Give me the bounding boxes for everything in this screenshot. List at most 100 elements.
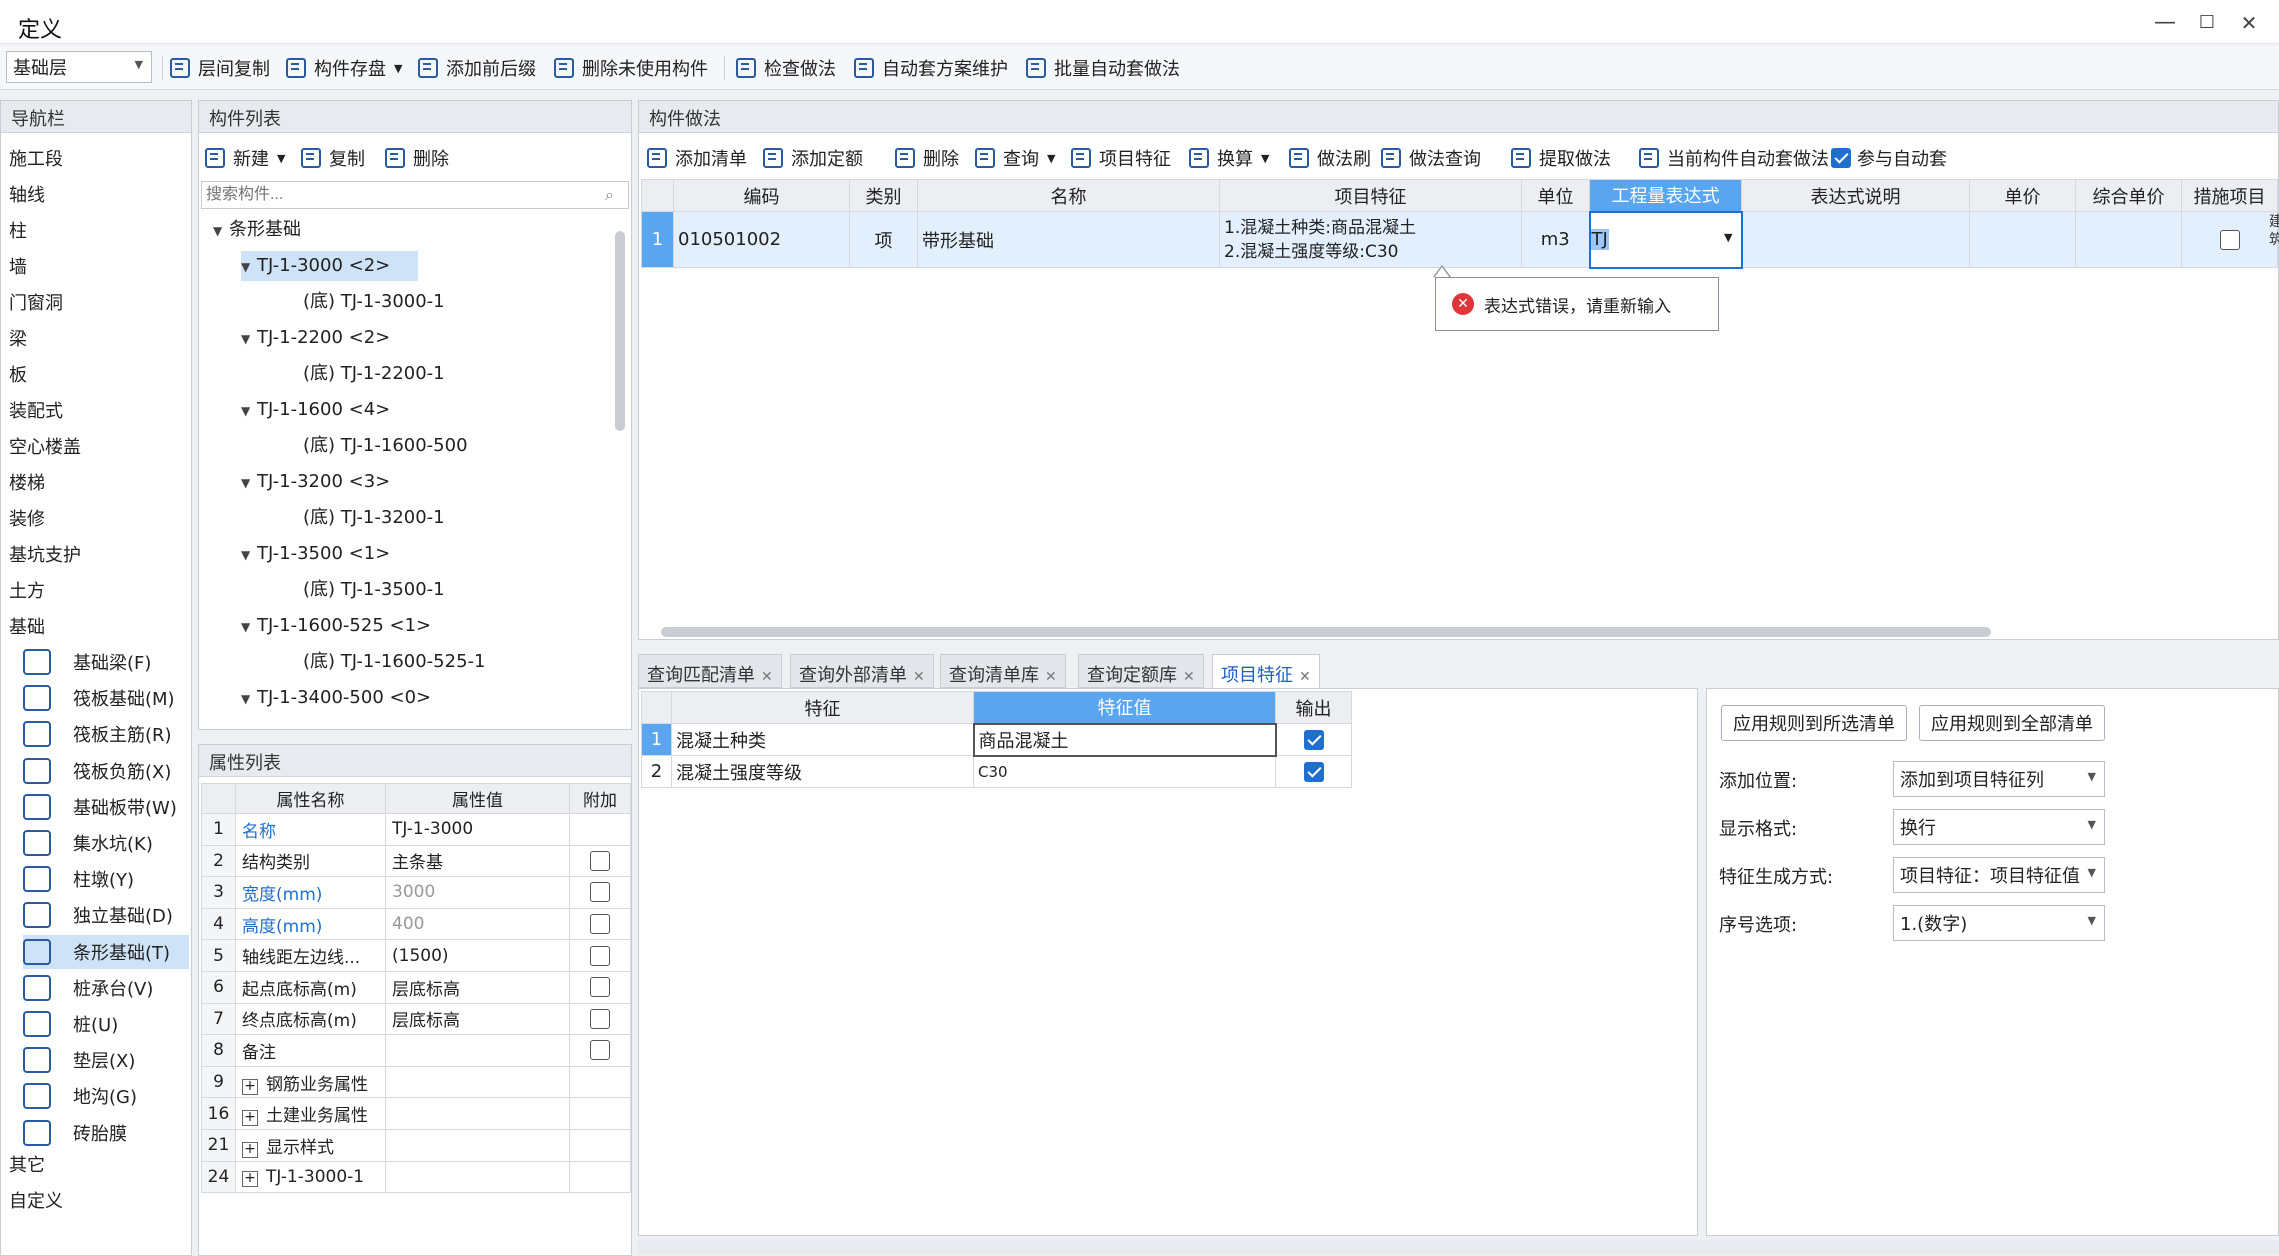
checkbox-icon[interactable] [590, 945, 610, 966]
feature-name[interactable]: 混凝土种类 [671, 723, 974, 756]
expand-triangle-icon[interactable]: ▼ [241, 540, 257, 570]
property-extra[interactable] [569, 813, 631, 846]
method-toolbar-item[interactable]: 项目特征 [1071, 145, 1171, 171]
cell-type[interactable]: 项 [849, 211, 918, 268]
tree-item[interactable]: (底) TJ-1-1600-525-1 [303, 647, 485, 677]
nav-item[interactable]: 墙 [9, 253, 27, 283]
property-extra[interactable] [569, 1034, 631, 1067]
property-row[interactable]: 21 + 显示样式 [201, 1128, 631, 1162]
expand-triangle-icon[interactable]: ▼ [241, 252, 257, 282]
bottom-tab[interactable]: 项目特征 ✕ [1212, 654, 1320, 688]
tree-item[interactable]: ▼ TJ-1-3000 <2> [241, 251, 419, 282]
method-toolbar-item[interactable]: 换算 ▼ [1189, 145, 1269, 171]
nav-item[interactable]: 板 [9, 361, 27, 391]
maximize-button[interactable]: ☐ [2192, 10, 2222, 36]
search-icon[interactable]: ⌕ [605, 185, 614, 205]
property-row[interactable]: 9 + 钢筋业务属性 [201, 1065, 631, 1099]
nav-subitem[interactable]: 砖胎膜 [23, 1116, 189, 1150]
cell-feature[interactable]: 1.混凝土种类:商品混凝土 2.混凝土强度等级:C30 [1219, 211, 1522, 268]
rule-field-select[interactable]: 项目特征：项目特征值 ▼ [1893, 857, 2105, 893]
auto-scheme-button[interactable]: 自动套方案维护 [854, 55, 1008, 81]
nav-item[interactable]: 轴线 [9, 181, 45, 211]
cell-total-price[interactable] [2075, 211, 2182, 268]
rule-field-select[interactable]: 添加到项目特征列 ▼ [1893, 761, 2105, 797]
property-value[interactable]: TJ-1-3000 [385, 813, 570, 846]
property-row[interactable]: 1 名称 TJ-1-3000 [201, 813, 631, 846]
tree-item[interactable]: ▼ TJ-1-3500 <1> [241, 539, 390, 569]
delete-component-button[interactable]: 删除 [385, 145, 449, 171]
nav-item[interactable]: 基础 [9, 613, 45, 643]
component-search-input[interactable] [201, 181, 629, 209]
property-row[interactable]: 16 + 土建业务属性 [201, 1097, 631, 1130]
expand-triangle-icon[interactable]: ▼ [241, 324, 257, 354]
nav-subitem[interactable]: 垫层(X) [23, 1043, 189, 1077]
copy-between-floors-button[interactable]: 层间复制 [170, 55, 270, 81]
feature-row[interactable]: 1 混凝土种类 商品混凝土 [641, 722, 1352, 757]
property-value[interactable]: 主条基 [385, 844, 570, 878]
output-checkbox[interactable] [1275, 755, 1352, 788]
property-row[interactable]: 3 宽度(mm) 3000 [201, 876, 631, 909]
method-toolbar-item[interactable]: 当前构件自动套做法 [1639, 145, 1829, 171]
feature-value[interactable]: C30 [973, 755, 1276, 788]
expand-plus-icon[interactable]: + [242, 1141, 258, 1158]
expr-input[interactable]: TJ ▼ [1588, 210, 1743, 269]
method-toolbar-item[interactable]: 查询 ▼ [975, 145, 1055, 171]
tree-item[interactable]: ▼ TJ-1-3400-500 <0> [241, 683, 431, 713]
output-checkbox[interactable] [1275, 723, 1352, 756]
property-value[interactable]: 层底标高 [385, 970, 570, 1004]
nav-subitem[interactable]: 条形基础(T) [23, 934, 189, 969]
nav-item[interactable]: 装修 [9, 505, 45, 535]
nav-item[interactable]: 土方 [9, 577, 45, 607]
new-component-button[interactable]: 新建 ▼ [205, 145, 285, 171]
check-method-button[interactable]: 检查做法 [736, 55, 836, 81]
property-value[interactable]: 层底标高 [385, 1002, 570, 1036]
property-row[interactable]: 7 终点底标高(m) 层底标高 [201, 1002, 631, 1036]
nav-item[interactable]: 门窗洞 [9, 289, 63, 319]
close-icon[interactable]: ✕ [1183, 669, 1195, 685]
feature-row[interactable]: 2 混凝土强度等级 C30 [641, 755, 1352, 788]
chevron-down-icon[interactable]: ▼ [1724, 231, 1732, 244]
nav-item[interactable]: 装配式 [9, 397, 63, 427]
property-value[interactable] [385, 1065, 570, 1099]
rule-field-select[interactable]: 1.(数字) ▼ [1893, 905, 2105, 941]
expand-triangle-icon[interactable]: ▼ [241, 396, 257, 426]
nav-item[interactable]: 空心楼盖 [9, 433, 81, 463]
batch-auto-button[interactable]: 批量自动套做法 [1026, 55, 1180, 81]
nav-item[interactable]: 施工段 [9, 145, 63, 175]
minimize-button[interactable]: — [2150, 10, 2180, 36]
rule-field-select[interactable]: 换行 ▼ [1893, 809, 2105, 845]
copy-component-button[interactable]: 复制 [301, 145, 365, 171]
cell-expr-desc[interactable] [1741, 211, 1970, 268]
close-icon[interactable]: ✕ [1299, 669, 1311, 685]
close-icon[interactable]: ✕ [761, 669, 773, 685]
method-toolbar-item[interactable]: 添加清单 [647, 145, 747, 171]
bottom-tab[interactable]: 查询外部清单 ✕ [790, 654, 934, 688]
nav-subitem[interactable]: 桩承台(V) [23, 971, 189, 1005]
checkbox-icon[interactable] [590, 882, 610, 903]
nav-subitem[interactable]: 筏板基础(M) [23, 681, 189, 715]
tree-item[interactable]: (底) TJ-1-3500-1 [303, 575, 445, 605]
nav-subitem[interactable]: 独立基础(D) [23, 898, 189, 932]
bottom-tab[interactable]: 查询匹配清单 ✕ [638, 654, 782, 688]
property-row[interactable]: 4 高度(mm) 400 [201, 907, 631, 941]
property-row[interactable]: 6 起点底标高(m) 层底标高 [201, 970, 631, 1004]
property-extra[interactable] [569, 970, 631, 1004]
nav-subitem[interactable]: 桩(U) [23, 1007, 189, 1041]
property-value[interactable]: (1500) [385, 939, 570, 972]
add-prefix-suffix-button[interactable]: 添加前后缀 [418, 55, 536, 81]
close-button[interactable]: ✕ [2234, 10, 2264, 36]
tree-item[interactable]: (底) TJ-1-3000-1 [303, 287, 445, 317]
property-value[interactable] [385, 1034, 570, 1067]
close-icon[interactable]: ✕ [913, 669, 925, 685]
tree-item[interactable]: (底) TJ-1-2200-1 [303, 359, 445, 389]
tree-item[interactable]: (底) TJ-1-1600-500 [303, 431, 468, 461]
expand-triangle-icon[interactable]: ▼ [241, 612, 257, 642]
property-value[interactable] [385, 1097, 570, 1130]
property-extra[interactable] [569, 939, 631, 972]
property-value[interactable]: 3000 [385, 876, 570, 909]
checkbox-icon[interactable] [1831, 148, 1851, 168]
nav-subitem[interactable]: 筏板主筋(R) [23, 717, 189, 751]
method-toolbar-item[interactable]: 删除 [895, 145, 959, 171]
property-row[interactable]: 2 结构类别 主条基 [201, 844, 631, 878]
cell-unit[interactable]: m3 [1521, 211, 1590, 268]
